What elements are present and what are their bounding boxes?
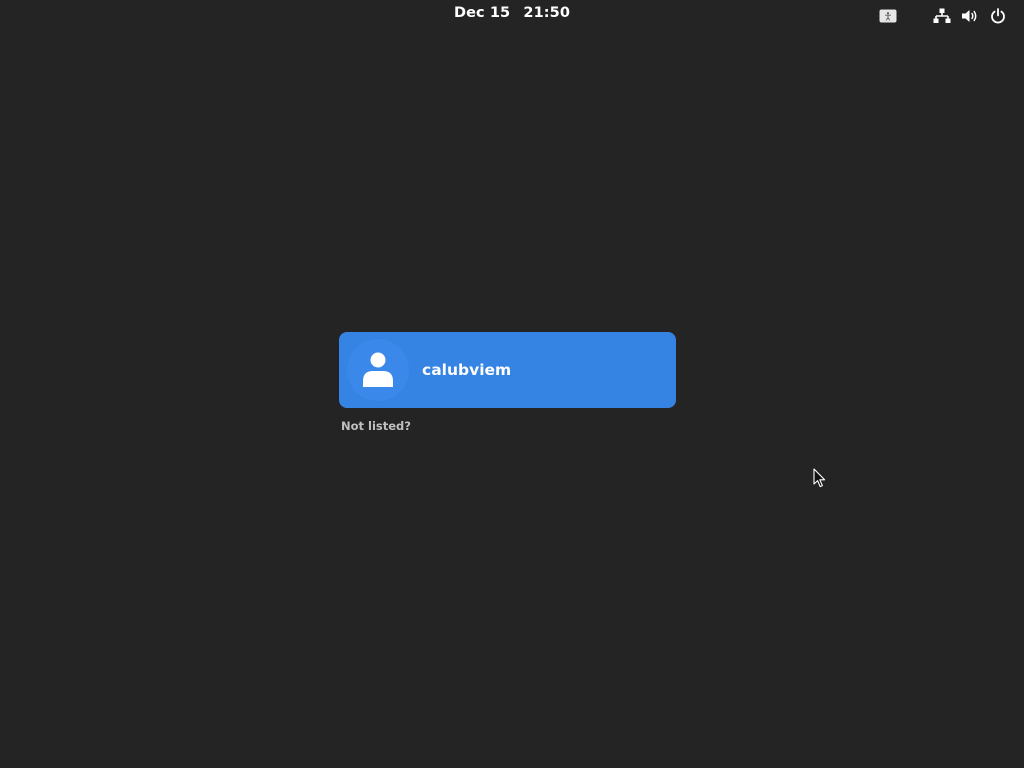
volume-icon[interactable] (960, 6, 980, 26)
power-icon[interactable] (988, 6, 1008, 26)
avatar (347, 339, 409, 401)
clock-date: Dec 15 (453, 5, 511, 21)
not-listed-button[interactable]: Not listed? (341, 419, 411, 433)
accessibility-icon[interactable] (878, 6, 898, 26)
login-screen: Dec 15 21:50 calubviem Not listed? (0, 0, 1024, 768)
network-icon[interactable] (932, 6, 952, 26)
user-icon (363, 352, 393, 387)
mouse-pointer-icon (813, 468, 826, 488)
clock-button[interactable]: Dec 15 21:50 (0, 5, 1024, 21)
top-bar: Dec 15 21:50 (0, 0, 1024, 32)
username-label: calubviem (422, 361, 512, 379)
clock-time: 21:50 (523, 5, 571, 21)
user-list-item[interactable]: calubviem (339, 332, 676, 408)
